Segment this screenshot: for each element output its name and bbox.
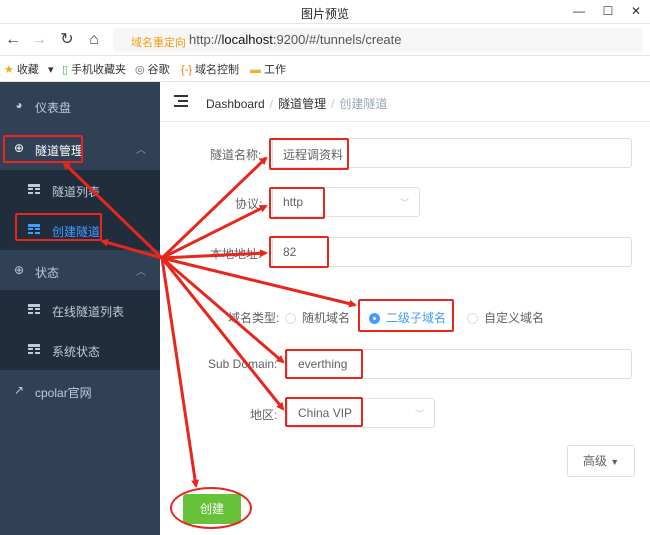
sidebar-item-online-tunnels[interactable]: 在线隧道列表: [0, 290, 160, 330]
bookmark-favorites[interactable]: ★ 收藏 ▾: [4, 61, 53, 77]
protocol-label: 协议:: [235, 197, 263, 211]
region-select[interactable]: China VIP ﹀: [287, 398, 435, 428]
chevron-up-icon: ︿: [136, 145, 146, 156]
folder-icon: ▬: [250, 64, 261, 76]
plus-circle-icon: ⊕: [13, 263, 25, 277]
chevron-down-icon: ﹀: [399, 198, 409, 208]
table-icon: [28, 304, 40, 314]
protocol-select[interactable]: http ﹀: [272, 187, 420, 217]
sidebar-item-status[interactable]: ⊕ 状态 ︿: [0, 250, 160, 292]
home-icon[interactable]: ⌂: [84, 30, 104, 50]
main-header: Dashboard / 隧道管理 / 创建隧道: [160, 82, 650, 122]
sidebar-item-tunnel-list[interactable]: 隧道列表: [0, 170, 160, 210]
arrow-to-region: [160, 257, 285, 411]
local-address-label: 本地地址:: [210, 247, 262, 261]
minimize-button[interactable]: —: [568, 2, 590, 20]
breadcrumb-dashboard[interactable]: Dashboard: [206, 97, 265, 111]
tunnel-name-label: 隧道名称:: [210, 148, 262, 162]
menu-toggle-icon[interactable]: [174, 95, 188, 107]
plus-circle-icon: ⊕: [13, 141, 25, 155]
breadcrumb: Dashboard / 隧道管理 / 创建隧道: [206, 97, 388, 111]
subdomain-label: Sub Domain:: [208, 357, 278, 371]
forward-arrow-icon[interactable]: →: [29, 30, 49, 50]
create-button[interactable]: 创建: [183, 494, 241, 524]
tunnel-name-input[interactable]: 远程调资料: [272, 138, 632, 168]
radio-second-level-domain[interactable]: 二级子域名: [369, 309, 446, 326]
arrow-to-create-button: [160, 257, 200, 488]
advanced-button[interactable]: 高级 ▼: [567, 445, 635, 477]
sidebar-item-create-tunnel[interactable]: 创建隧道: [0, 210, 160, 250]
url-text: http://localhost:9200/#/tunnels/create: [189, 32, 402, 47]
radio-custom-domain[interactable]: 自定义域名: [467, 309, 544, 326]
table-icon: [28, 184, 40, 194]
bookmark-domain[interactable]: {-} 域名控制: [181, 61, 239, 77]
sidebar: ◕ 仪表盘 ⊕ 隧道管理 ︿ 隧道列表 创建隧道 ⊕ 状态 ︿ 在线隧道列表 系…: [0, 82, 160, 535]
chevron-down-icon[interactable]: ▾: [48, 64, 54, 76]
sidebar-item-cpolar-site[interactable]: ↗ cpolar官网: [0, 370, 160, 412]
window-title-bar: 图片预览 — ☐ ✕: [0, 0, 650, 24]
chevron-up-icon: ︿: [136, 267, 146, 278]
table-icon: [28, 344, 40, 354]
bookmarks-bar: ★ 收藏 ▾ ▯ 手机收藏夹 ◎ 谷歌 {-} 域名控制 ▬ 工作: [0, 56, 650, 82]
subdomain-input[interactable]: everthing: [287, 349, 632, 379]
dashboard-icon: ◕: [15, 98, 23, 112]
browser-toolbar: ← → ↻ ⌂ 域名重定向 http://localhost:9200/#/tu…: [0, 24, 650, 56]
globe-icon: ◎: [135, 64, 145, 76]
phone-icon: ▯: [62, 64, 69, 76]
close-button[interactable]: ✕: [625, 2, 647, 20]
sidebar-item-dashboard[interactable]: ◕ 仪表盘: [0, 85, 160, 127]
region-label: 地区:: [250, 408, 278, 422]
bookmark-work[interactable]: ▬ 工作: [250, 61, 286, 77]
window-title: 图片预览: [300, 7, 349, 21]
bracket-icon: {-}: [181, 64, 193, 76]
maximize-button[interactable]: ☐: [597, 2, 619, 20]
sidebar-item-system-status[interactable]: 系统状态: [0, 330, 160, 370]
local-address-input[interactable]: 82: [272, 237, 632, 267]
chevron-down-icon: ﹀: [414, 409, 424, 419]
sidebar-item-tunnel-management[interactable]: ⊕ 隧道管理 ︿: [0, 128, 160, 170]
redirect-label: 域名重定向: [131, 37, 186, 49]
table-icon: [28, 224, 40, 234]
reload-icon[interactable]: ↻: [57, 30, 77, 50]
breadcrumb-current: 创建隧道: [339, 97, 388, 111]
breadcrumb-tunnel-management[interactable]: 隧道管理: [278, 97, 326, 111]
external-link-icon: ↗: [13, 383, 25, 397]
back-arrow-icon[interactable]: ←: [3, 30, 23, 50]
domain-type-label: 域名类型:: [228, 311, 280, 325]
radio-random-domain[interactable]: 随机域名: [285, 309, 350, 326]
bookmark-mobile[interactable]: ▯ 手机收藏夹: [62, 61, 126, 77]
star-icon: ★: [4, 64, 14, 76]
bookmark-google[interactable]: ◎ 谷歌: [135, 61, 170, 77]
caret-down-icon: ▼: [610, 457, 620, 467]
address-bar[interactable]: 域名重定向 http://localhost:9200/#/tunnels/cr…: [113, 28, 643, 52]
